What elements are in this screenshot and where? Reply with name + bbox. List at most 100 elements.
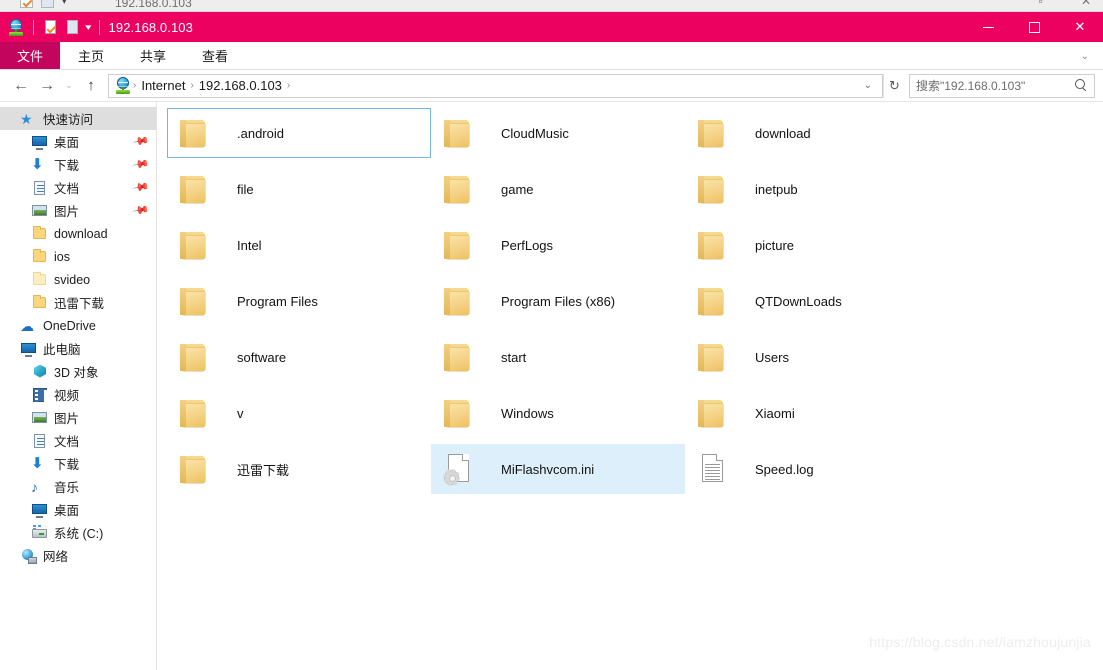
file-item[interactable]: Intel (167, 220, 431, 270)
breadcrumb-separator: › (286, 80, 291, 91)
file-item[interactable]: QTDownLoads (685, 276, 945, 326)
sidebar-item-svideo[interactable]: svideo (0, 268, 156, 291)
file-item[interactable]: Windows (431, 388, 685, 438)
file-item[interactable]: MiFlashvcom.ini (431, 444, 685, 494)
sidebar-item-ios[interactable]: ios (0, 245, 156, 268)
file-item-label: picture (755, 237, 795, 253)
title-bar[interactable]: ▾ 192.168.0.103 ✕ (0, 12, 1103, 42)
sidebar-item-音乐[interactable]: ♪ 音乐 (0, 475, 156, 498)
file-list-pane[interactable]: .android CloudMusic download file game inetpu… (157, 102, 1103, 670)
pictures-icon (31, 410, 48, 426)
documents-icon (31, 433, 48, 449)
file-item[interactable]: .android (167, 108, 431, 158)
tab-home[interactable]: 主页 (60, 42, 122, 69)
folder-icon (180, 340, 210, 374)
file-item-label: Program Files (237, 293, 318, 309)
file-item-label: file (237, 181, 254, 197)
chevron-down-icon[interactable]: ⌄ (858, 80, 878, 91)
sidebar-item-视频[interactable]: 视频 (0, 383, 156, 406)
file-item-label: v (237, 405, 244, 421)
address-bar[interactable]: › Internet › 192.168.0.103 › ⌄ (108, 73, 883, 98)
recent-locations-button[interactable]: ⌄ (60, 73, 78, 99)
network-icon[interactable] (8, 18, 25, 36)
file-item[interactable]: inetpub (685, 164, 945, 214)
breadcrumb-item-host[interactable]: 192.168.0.103 (195, 78, 286, 93)
file-grid[interactable]: .android CloudMusic download file game inetpu… (167, 102, 1103, 670)
sidebar-item-label: ios (54, 249, 70, 264)
file-item[interactable]: Users (685, 332, 945, 382)
network-globe-icon (115, 77, 132, 94)
background-window[interactable]: ▾ 192.168.0.103 ▫ ✕ (0, 0, 1103, 12)
quick-access-toolbar[interactable]: ▾ (0, 18, 103, 36)
chevron-down-icon[interactable]: ▾ (85, 22, 91, 32)
sidebar-item-系统c:[interactable]: 系统 (C:) (0, 521, 156, 544)
file-item[interactable]: Program Files (x86) (431, 276, 685, 326)
watermark: https://blog.csdn.net/iamzhoujunjia (869, 634, 1091, 650)
navigation-pane[interactable]: ★ 快速访问 桌面 📌 ⬇ 下载 📌 文档 📌 图片 📌 download ios svideo 迅雷下载 ☁… (0, 102, 157, 670)
window-body: ★ 快速访问 桌面 📌 ⬇ 下载 📌 文档 📌 图片 📌 download ios svideo 迅雷下载 ☁… (0, 102, 1103, 670)
file-item[interactable]: v (167, 388, 431, 438)
tab-view[interactable]: 查看 (184, 42, 246, 69)
sidebar-item-3d对象[interactable]: 3D 对象 (0, 360, 156, 383)
sidebar-item-此电脑[interactable]: 此电脑 (0, 337, 156, 360)
pin-icon[interactable]: 📌 (132, 201, 151, 220)
sidebar-item-图片[interactable]: 图片 (0, 406, 156, 429)
file-item[interactable]: Xiaomi (685, 388, 945, 438)
search-input[interactable]: 搜索"192.168.0.103" (909, 73, 1095, 98)
sidebar-item-桌面[interactable]: 桌面 (0, 498, 156, 521)
file-item[interactable]: start (431, 332, 685, 382)
file-item-label: 迅雷下载 (237, 462, 290, 478)
sidebar-item-下载[interactable]: ⬇ 下载 (0, 452, 156, 475)
breadcrumb-item-internet[interactable]: Internet (137, 78, 189, 93)
pin-icon[interactable]: 📌 (132, 132, 151, 151)
file-item[interactable]: download (685, 108, 945, 158)
close-icon[interactable]: ✕ (1081, 0, 1091, 8)
file-explorer-window: ▾ 192.168.0.103 ✕ 文件 主页 共享 查看 ⌄ ← → ⌄ ↑ … (0, 12, 1103, 670)
sidebar-item-onedrive[interactable]: ☁ OneDrive (0, 314, 156, 337)
file-item[interactable]: file (167, 164, 431, 214)
properties-icon[interactable] (42, 19, 59, 36)
sidebar-item-迅雷下载[interactable]: 迅雷下载 (0, 291, 156, 314)
back-button[interactable]: ← (8, 73, 34, 99)
document-icon (41, 0, 54, 8)
desktop-icon (31, 502, 48, 518)
file-item[interactable]: Speed.log (685, 444, 945, 494)
maximize-button[interactable] (1011, 12, 1057, 42)
ribbon-tabs[interactable]: 文件 主页 共享 查看 ⌄ (0, 42, 1103, 70)
sidebar-item-download[interactable]: download (0, 222, 156, 245)
sidebar-item-label: 网络 (43, 550, 69, 564)
sidebar-item-文档[interactable]: 文档 📌 (0, 176, 156, 199)
close-button[interactable]: ✕ (1057, 12, 1103, 42)
refresh-button[interactable]: ↻ (883, 73, 905, 98)
up-button[interactable]: ↑ (78, 73, 104, 99)
new-folder-icon[interactable] (64, 19, 81, 36)
file-item[interactable]: 迅雷下载 (167, 444, 431, 494)
file-item[interactable]: CloudMusic (431, 108, 685, 158)
file-item[interactable]: Program Files (167, 276, 431, 326)
file-item-label: download (755, 125, 811, 141)
sidebar-item-下载[interactable]: ⬇ 下载 📌 (0, 153, 156, 176)
file-item-label: Intel (237, 237, 262, 253)
file-item[interactable]: PerfLogs (431, 220, 685, 270)
file-item[interactable]: game (431, 164, 685, 214)
navigation-bar[interactable]: ← → ⌄ ↑ › Internet › 192.168.0.103 › ⌄ ↻… (0, 70, 1103, 102)
sidebar-item-快速访问[interactable]: ★ 快速访问 (0, 107, 156, 130)
search-icon[interactable] (1075, 79, 1088, 92)
background-window-controls[interactable]: ▫ ✕ (1039, 0, 1091, 8)
file-item[interactable]: software (167, 332, 431, 382)
sidebar-item-网络[interactable]: 网络 (0, 544, 156, 567)
sidebar-item-文档[interactable]: 文档 (0, 429, 156, 452)
minimize-button[interactable] (965, 12, 1011, 42)
tab-file[interactable]: 文件 (0, 42, 61, 69)
maximize-icon[interactable]: ▫ (1039, 0, 1043, 8)
pin-icon[interactable]: 📌 (132, 178, 151, 197)
forward-button[interactable]: → (34, 73, 60, 99)
file-item[interactable]: picture (685, 220, 945, 270)
pin-icon[interactable]: 📌 (132, 155, 151, 174)
search-placeholder: 搜索"192.168.0.103" (916, 79, 1026, 93)
window-controls[interactable]: ✕ (965, 12, 1103, 42)
tab-share[interactable]: 共享 (122, 42, 184, 69)
sidebar-item-桌面[interactable]: 桌面 📌 (0, 130, 156, 153)
sidebar-item-图片[interactable]: 图片 📌 (0, 199, 156, 222)
chevron-down-icon[interactable]: ⌄ (1081, 42, 1089, 70)
